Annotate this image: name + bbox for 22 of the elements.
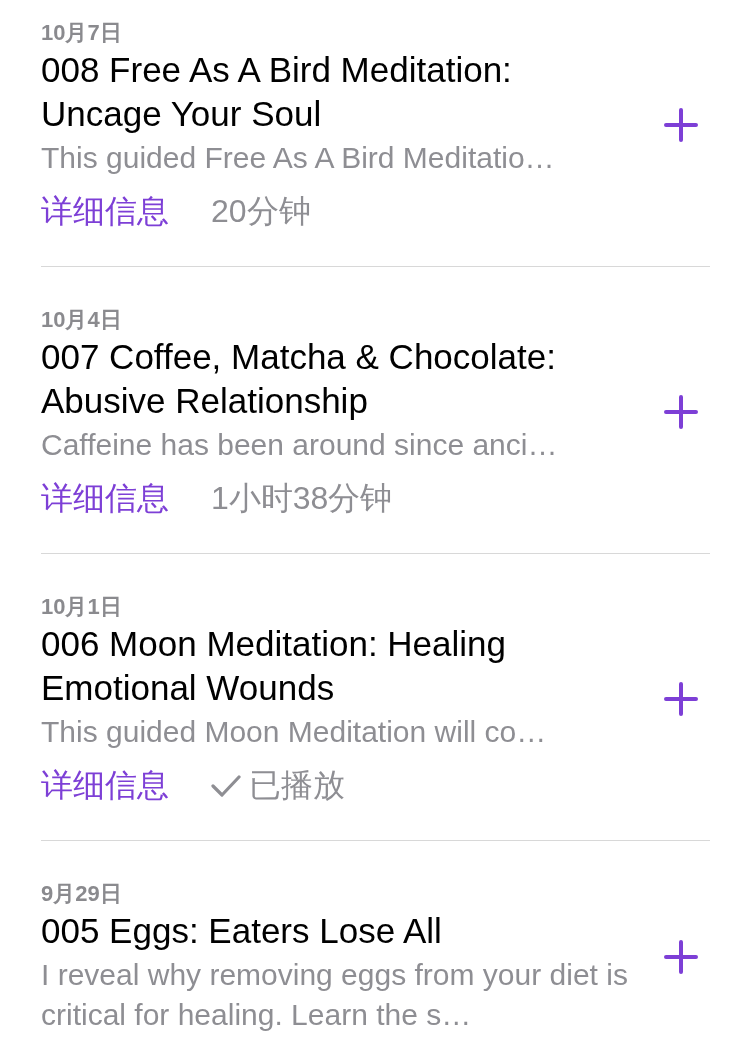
details-link[interactable]: 详细信息 [41, 477, 169, 521]
episode-title[interactable]: 006 Moon Meditation: Healing Emotional Wounds [41, 622, 601, 710]
episode-date: 10月1日 [41, 593, 122, 621]
episode-description: Caffeine has been around since anci… [41, 427, 558, 463]
add-icon[interactable] [664, 395, 698, 429]
details-link[interactable]: 详细信息 [41, 190, 169, 234]
episode-description: I reveal why removing eggs from your diet is critical for healing. Learn the s… [41, 957, 629, 1033]
add-icon[interactable] [664, 108, 698, 142]
episode-title[interactable]: 007 Coffee, Matcha & Chocolate: Abusive Relationship [41, 335, 601, 423]
episode-date: 10月7日 [41, 19, 122, 47]
episode-meta: 已播放 [249, 766, 345, 805]
details-link[interactable]: 详细信息 [41, 764, 169, 808]
episode-meta: 1小时38分钟 [211, 479, 393, 518]
episode-title[interactable]: 005 Eggs: Eaters Lose All [41, 909, 442, 953]
episode-description: This guided Free As A Bird Meditatio… [41, 140, 555, 176]
add-icon[interactable] [664, 682, 698, 716]
episode-date: 10月4日 [41, 306, 122, 334]
episode-description: This guided Moon Meditation will co… [41, 714, 547, 750]
episode-title[interactable]: 008 Free As A Bird Meditation: Uncage Your Soul [41, 48, 601, 136]
episode-date: 9月29日 [41, 880, 122, 908]
episode-meta: 20分钟 [211, 192, 311, 231]
add-icon[interactable] [664, 940, 698, 974]
